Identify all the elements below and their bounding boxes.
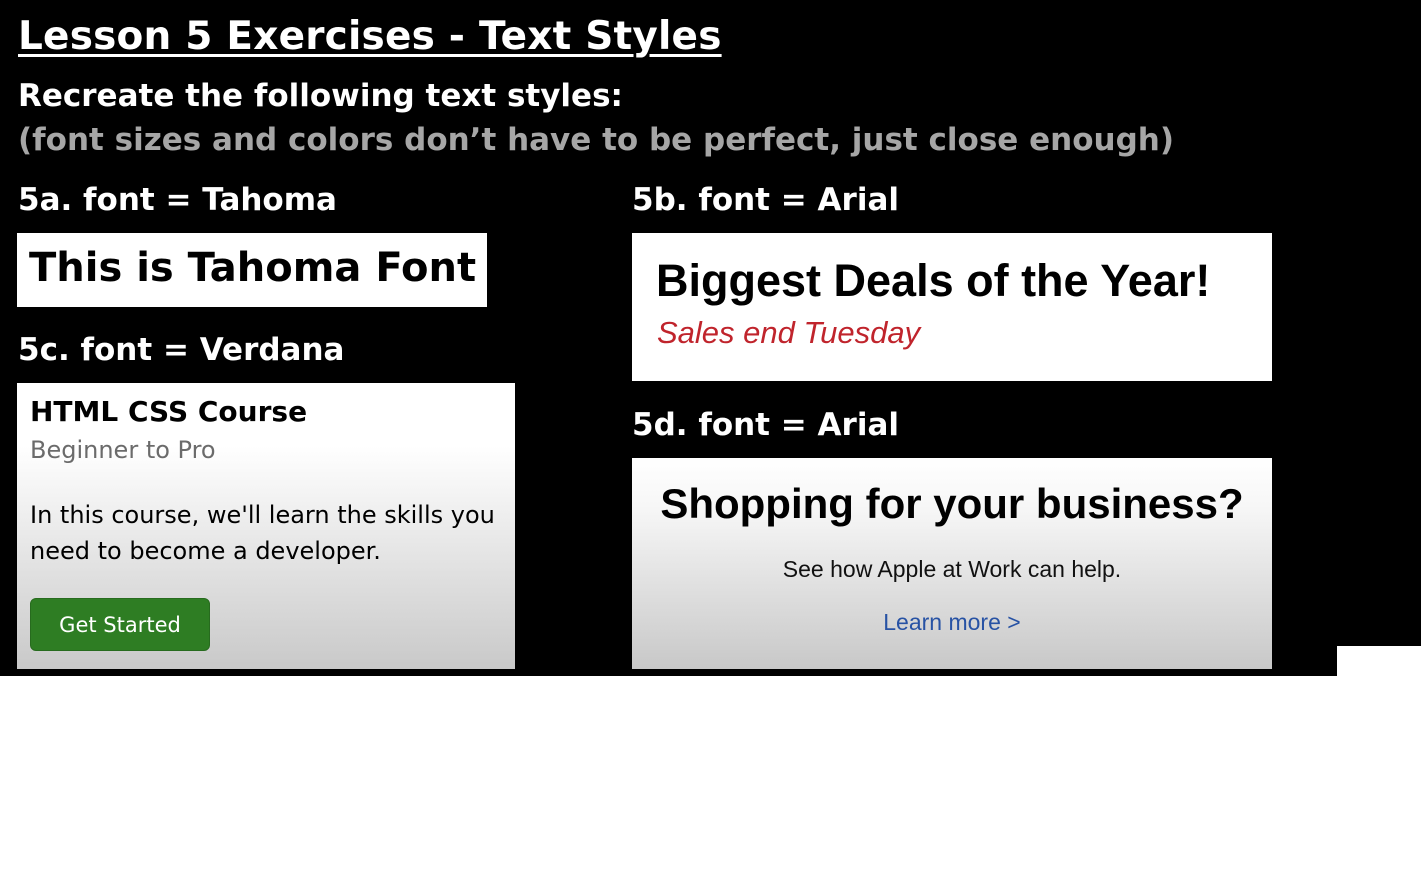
exercise-5a-box: This is Tahoma Font [17, 233, 487, 307]
exercise-5b-label: 5b. font = Arial [632, 182, 900, 218]
course-title: HTML CSS Course [30, 395, 308, 428]
exercise-5c-box: HTML CSS Course Beginner to Pro In this … [17, 383, 515, 669]
instructions-text: Recreate the following text styles: [18, 78, 623, 114]
lesson-slide: Lesson 5 Exercises - Text Styles Recreat… [0, 0, 1337, 676]
deals-heading: Biggest Deals of the Year! [656, 255, 1211, 306]
get-started-button[interactable]: Get Started [30, 598, 210, 651]
exercise-5b-box: Biggest Deals of the Year! Sales end Tue… [632, 233, 1272, 381]
exercise-5d-label: 5d. font = Arial [632, 407, 900, 443]
course-description: In this course, we'll learn the skills y… [30, 501, 495, 565]
exercise-5a-label: 5a. font = Tahoma [18, 182, 337, 218]
instructions-note: (font sizes and colors don’t have to be … [18, 122, 1174, 158]
tahoma-sample-text: This is Tahoma Font [29, 245, 477, 291]
lesson-title: Lesson 5 Exercises - Text Styles [18, 14, 722, 59]
exercise-5d-box: Shopping for your business? See how Appl… [632, 458, 1272, 669]
deals-subheading: Sales end Tuesday [657, 315, 921, 350]
learn-more-link[interactable]: Learn more > [632, 609, 1272, 636]
course-level: Beginner to Pro [30, 436, 216, 464]
slide-edge [1337, 0, 1421, 646]
shopping-heading: Shopping for your business? [660, 480, 1244, 527]
shopping-subheading: See how Apple at Work can help. [782, 556, 1122, 582]
exercise-5c-label: 5c. font = Verdana [18, 332, 345, 368]
